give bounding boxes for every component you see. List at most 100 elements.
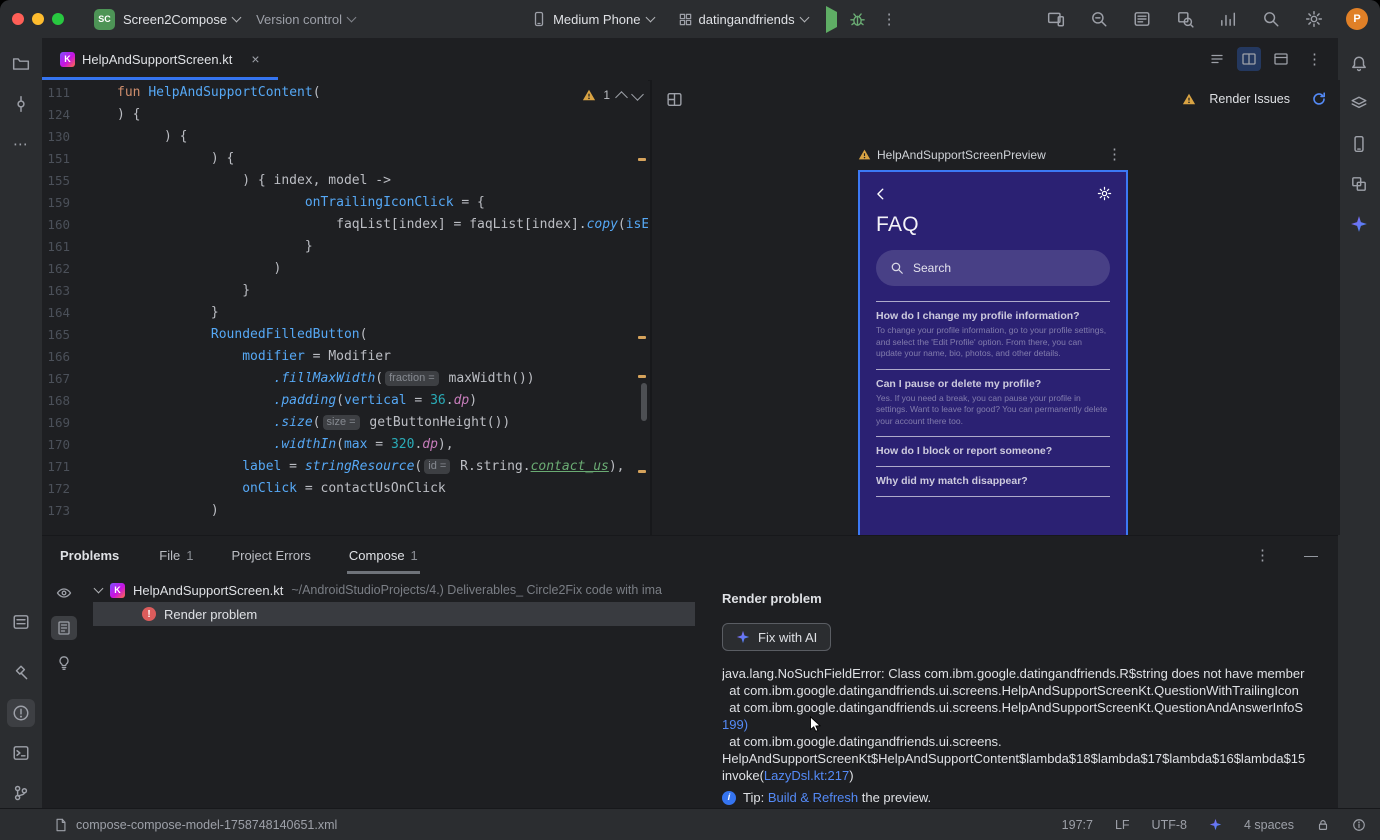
tree-file-row[interactable]: K HelpAndSupportScreen.kt ~/AndroidStudi…: [82, 578, 712, 602]
view-options-button[interactable]: [51, 581, 77, 605]
caret-position[interactable]: 197:7: [1062, 818, 1093, 832]
code-line[interactable]: 130) {: [42, 126, 648, 148]
editor-options-kebab[interactable]: ⋮: [1301, 51, 1328, 68]
info-circle-icon[interactable]: [1352, 818, 1366, 832]
code-line[interactable]: 173): [42, 500, 648, 522]
problems-tab-file[interactable]: File 1: [159, 536, 193, 574]
code-line[interactable]: 172 onClick = contactUsOnClick: [42, 478, 648, 500]
project-selector[interactable]: Screen2Compose: [115, 8, 248, 31]
app-module-icon: [679, 13, 691, 25]
preview-title: HelpAndSupportScreenPreview: [877, 147, 1046, 162]
tree-problem-row[interactable]: ! Render problem: [93, 602, 695, 626]
problems-options-kebab[interactable]: ⋮: [1249, 547, 1276, 564]
build-refresh-link[interactable]: Build & Refresh: [768, 790, 858, 805]
fix-with-ai-button[interactable]: Fix with AI: [722, 623, 832, 651]
build-tool-button[interactable]: [7, 659, 35, 687]
preview-layout-button[interactable]: [666, 91, 683, 108]
warning-stripe-mark[interactable]: [638, 470, 646, 473]
close-tab-icon[interactable]: ×: [245, 50, 265, 68]
problems-tab-compose[interactable]: Compose 1: [346, 536, 420, 574]
profiler-icon[interactable]: [1217, 8, 1239, 30]
close-window-button[interactable]: [12, 13, 24, 25]
code-line[interactable]: 167 .fillMaxWidth(fraction = maxWidth()): [42, 368, 648, 390]
code-line[interactable]: 124) {: [42, 104, 648, 126]
warning-stripe-mark[interactable]: [638, 336, 646, 339]
logcat-icon[interactable]: [1131, 8, 1153, 30]
status-file-name[interactable]: compose-compose-model-1758748140651.xml: [76, 818, 337, 832]
kotlin-file-icon: K: [60, 51, 75, 67]
more-run-actions-kebab[interactable]: ⋮: [876, 11, 903, 28]
open-preview-button[interactable]: [51, 616, 77, 640]
version-control-menu[interactable]: Version control: [248, 8, 363, 31]
gemini-tool-button[interactable]: [1345, 210, 1373, 238]
code-line[interactable]: 168 .padding(vertical = 36.dp): [42, 390, 648, 412]
todo-tool-button[interactable]: [7, 608, 35, 636]
user-avatar[interactable]: P: [1346, 8, 1368, 30]
run-button[interactable]: [824, 5, 839, 33]
file-encoding[interactable]: UTF-8: [1152, 818, 1187, 832]
problems-tool-button[interactable]: [7, 699, 35, 727]
gradle-tool-button[interactable]: [1345, 90, 1373, 118]
terminal-tool-button[interactable]: [7, 739, 35, 767]
run-configuration-selector[interactable]: datingandfriends: [670, 8, 816, 31]
app-inspection-icon[interactable]: [1174, 8, 1196, 30]
preview-device-frame[interactable]: FAQ Search How do I change my profile in…: [858, 170, 1128, 535]
code-line[interactable]: 169 .size(size = getButtonHeight()): [42, 412, 648, 434]
code-line[interactable]: 164}: [42, 302, 648, 324]
code-line[interactable]: 111 fun HelpAndSupportContent(: [42, 82, 648, 104]
ai-status-sparkle-icon[interactable]: [1209, 818, 1222, 831]
minimize-window-button[interactable]: [32, 13, 44, 25]
code-line[interactable]: 165 RoundedFilledButton(: [42, 324, 648, 346]
code-editor[interactable]: 111 fun HelpAndSupportContent(124) {130) …: [42, 80, 648, 535]
problems-tab-project-errors[interactable]: Project Errors: [231, 536, 310, 574]
chevron-down-icon[interactable]: [93, 583, 104, 593]
code-line[interactable]: 162): [42, 258, 648, 280]
code-line[interactable]: 166 modifier = Modifier: [42, 346, 648, 368]
preview-options-kebab[interactable]: ⋮: [1101, 146, 1128, 163]
stack-trace-link[interactable]: LazyDsl.kt:217: [764, 768, 849, 783]
quick-fix-button[interactable]: [51, 651, 77, 675]
zoom-window-button[interactable]: [52, 13, 64, 25]
code-line[interactable]: 155) { index, model ->: [42, 170, 648, 192]
commit-tool-button[interactable]: [7, 90, 35, 118]
debug-button[interactable]: [847, 9, 868, 30]
device-selector[interactable]: Medium Phone: [523, 7, 661, 31]
app-insights-icon[interactable]: [1088, 8, 1110, 30]
lock-icon[interactable]: [1316, 818, 1330, 832]
notifications-tool-button[interactable]: [1345, 50, 1373, 78]
previous-problem-button[interactable]: [615, 90, 628, 104]
warning-stripe-mark[interactable]: [638, 375, 646, 378]
line-separator[interactable]: LF: [1115, 818, 1130, 832]
code-line[interactable]: 171 label = stringResource(id = R.string.…: [42, 456, 648, 478]
code-line[interactable]: 163}: [42, 280, 648, 302]
render-issues-label[interactable]: Render Issues: [1209, 92, 1290, 106]
resource-manager-tool-button[interactable]: [1345, 170, 1373, 198]
device-manager-tool-button[interactable]: [1345, 130, 1373, 158]
code-line[interactable]: 160 faqList[index] = faqList[index].copy(…: [42, 214, 648, 236]
code-token: vertical: [343, 393, 407, 408]
design-view-button[interactable]: [1269, 47, 1293, 71]
code-line[interactable]: 161}: [42, 236, 648, 258]
stack-trace-link[interactable]: 199): [722, 717, 748, 732]
more-tool-windows-button[interactable]: ⋯: [7, 130, 35, 158]
search-everywhere-icon[interactable]: [1260, 8, 1282, 30]
hide-panel-button[interactable]: —: [1298, 546, 1324, 564]
project-tool-button[interactable]: [7, 50, 35, 78]
settings-gear-icon[interactable]: [1303, 8, 1325, 30]
device-mirroring-icon[interactable]: [1045, 8, 1067, 30]
editor-scrollbar[interactable]: [641, 383, 647, 421]
code-line[interactable]: 159 onTrailingIconClick = {: [42, 192, 648, 214]
inspections-widget[interactable]: 1: [582, 87, 644, 104]
split-view-button[interactable]: [1237, 47, 1261, 71]
preview-header[interactable]: HelpAndSupportScreenPreview ⋮: [858, 146, 1128, 163]
code-view-button[interactable]: [1205, 47, 1229, 71]
warning-stripe-mark[interactable]: [638, 158, 646, 161]
refresh-preview-button[interactable]: [1311, 91, 1327, 107]
editor-tab[interactable]: K HelpAndSupportScreen.kt ×: [42, 38, 278, 80]
code-line[interactable]: 151) {: [42, 148, 648, 170]
code-text: ) {: [117, 104, 140, 126]
version-control-tool-button[interactable]: [7, 779, 35, 807]
indent-setting[interactable]: 4 spaces: [1244, 818, 1294, 832]
next-problem-button[interactable]: [631, 87, 644, 101]
code-line[interactable]: 170 .widthIn(max = 320.dp),: [42, 434, 648, 456]
